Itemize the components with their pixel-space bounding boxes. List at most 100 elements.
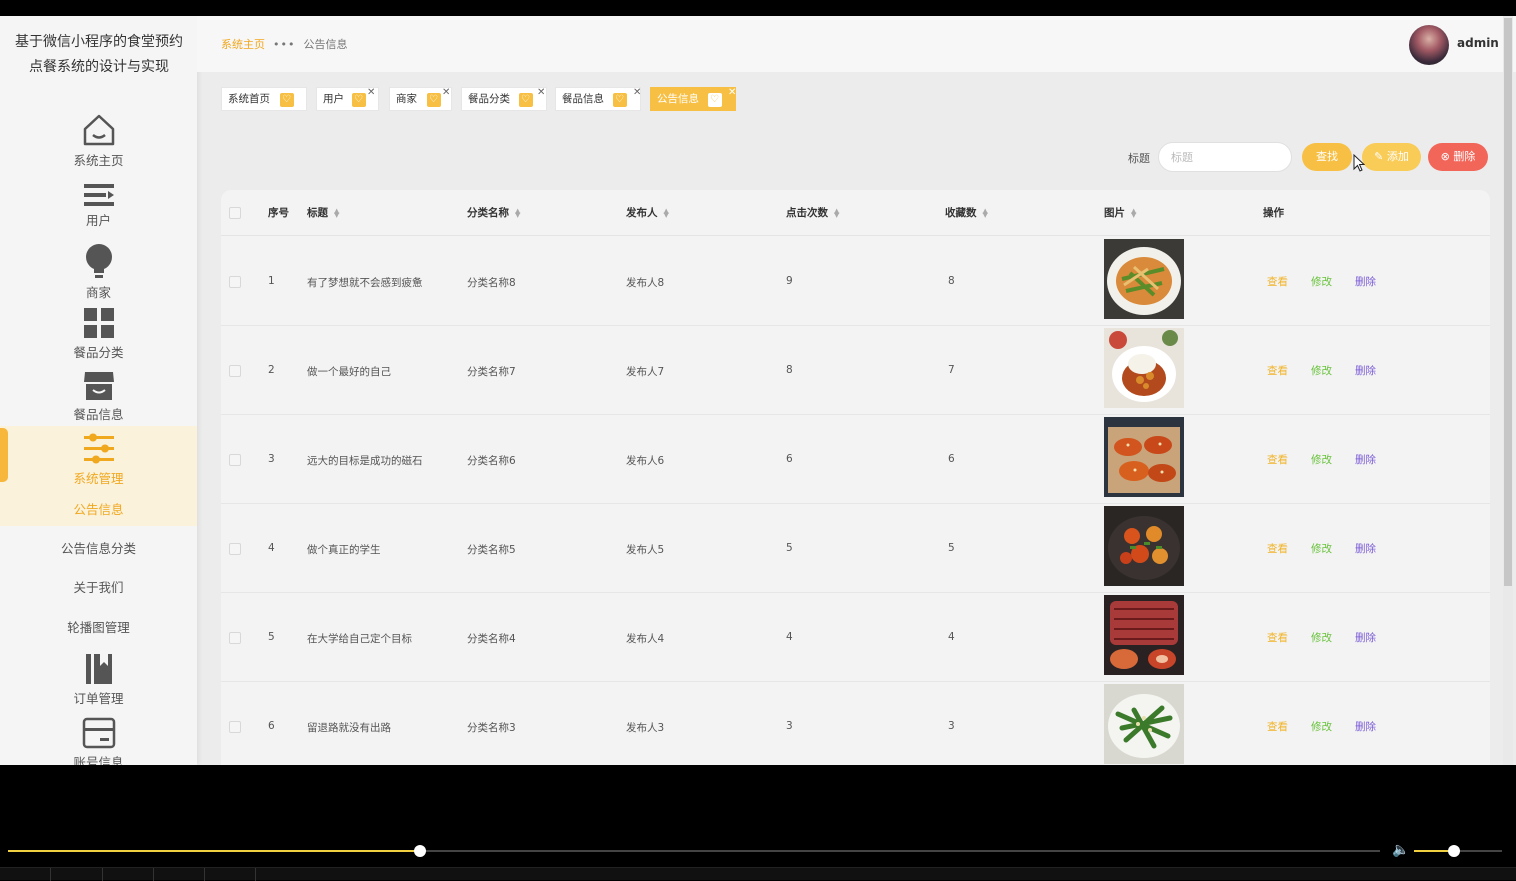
cell-index: 5	[268, 631, 275, 643]
tag-announcement[interactable]: 公告信息 ✕	[650, 87, 736, 111]
edit-link[interactable]: 修改	[1311, 541, 1332, 556]
header-category[interactable]: 分类名称 ▲ ▼	[467, 205, 520, 220]
add-button[interactable]: ✎ 添加	[1362, 143, 1421, 171]
breadcrumb-separator: •••	[273, 38, 296, 51]
close-icon[interactable]: ✕	[633, 82, 641, 104]
view-link[interactable]: 查看	[1267, 719, 1288, 734]
delete-link[interactable]: 删除	[1355, 274, 1376, 289]
sidebar-item-orders[interactable]: 订单管理	[0, 652, 197, 707]
sidebar-subitem-carousel[interactable]: 轮播图管理	[0, 617, 197, 636]
breadcrumb: 系统主页 ••• 公告信息	[221, 36, 347, 52]
sidebar-item-home[interactable]: 系统主页	[0, 112, 197, 169]
find-button[interactable]: 查找	[1302, 143, 1352, 171]
close-icon[interactable]: ✕	[728, 82, 736, 104]
player-bottom-bar	[0, 867, 1516, 881]
row-checkbox[interactable]	[229, 276, 241, 288]
edit-link[interactable]: 修改	[1311, 274, 1332, 289]
tag-dish-category[interactable]: 餐品分类 ✕	[461, 87, 547, 111]
view-link[interactable]: 查看	[1267, 630, 1288, 645]
search-input[interactable]	[1158, 142, 1292, 172]
tag-merchant[interactable]: 商家 ✕	[389, 87, 452, 111]
view-link[interactable]: 查看	[1267, 452, 1288, 467]
delete-link[interactable]: 删除	[1355, 719, 1376, 734]
scrollbar-thumb[interactable]	[1504, 18, 1512, 586]
avatar[interactable]	[1409, 25, 1449, 65]
table-row: 5 在大学给自己定个目标 分类名称4 发布人4 4 4 查看 修改 删除	[221, 593, 1490, 682]
data-table: 序号 标题 ▲ ▼ 分类名称 ▲ ▼ 发布人 ▲ ▼ 点击次数 ▲ ▼ 收藏数 ▲ ▼ 图片 ▲ ▼ 操…	[221, 190, 1490, 765]
edit-link[interactable]: 修改	[1311, 363, 1332, 378]
cell-category: 分类名称7	[467, 366, 516, 378]
app-window: 基于微信小程序的食堂预约点餐系统的设计与实现 系统主页 用户 商家 餐品分类 餐…	[0, 16, 1516, 765]
sidebar-subitem-announcement[interactable]: 公告信息	[0, 499, 197, 518]
edit-link[interactable]: 修改	[1311, 630, 1332, 645]
table-row: 3 远大的目标是成功的磁石 分类名称6 发布人6 6 6 查看 修改 删除	[221, 415, 1490, 504]
sidebar-item-label: 系统主页	[73, 153, 124, 168]
delete-link[interactable]: 删除	[1355, 541, 1376, 556]
breadcrumb-current: 公告信息	[303, 38, 348, 51]
cell-index: 1	[268, 275, 275, 287]
view-link[interactable]: 查看	[1267, 363, 1288, 378]
sidebar-subitem-announcement-category[interactable]: 公告信息分类	[0, 538, 197, 557]
volume-slider[interactable]	[1414, 845, 1502, 857]
seek-bar[interactable]	[8, 845, 1380, 857]
sidebar-item-label: 餐品分类	[73, 345, 124, 360]
sidebar-item-merchant[interactable]: 商家	[0, 242, 197, 301]
breadcrumb-home[interactable]: 系统主页	[221, 38, 265, 51]
sidebar-item-account[interactable]: 账号信息	[0, 716, 197, 765]
delete-link[interactable]: 删除	[1355, 363, 1376, 378]
seek-progress	[8, 850, 420, 852]
close-icon[interactable]: ✕	[367, 82, 375, 104]
row-checkbox[interactable]	[229, 543, 241, 555]
header-actions: 操作	[1263, 207, 1284, 219]
row-checkbox[interactable]	[229, 632, 241, 644]
view-link[interactable]: 查看	[1267, 274, 1288, 289]
lightbulb-icon	[81, 242, 117, 280]
sidebar-item-system-management[interactable]: 系统管理	[0, 432, 197, 487]
select-all-checkbox[interactable]	[229, 207, 241, 219]
row-checkbox[interactable]	[229, 454, 241, 466]
header-image[interactable]: 图片 ▲ ▼	[1104, 205, 1136, 220]
header-clicks[interactable]: 点击次数 ▲ ▼	[786, 205, 839, 220]
divider	[50, 868, 51, 881]
cell-clicks: 4	[786, 631, 793, 643]
tag-label: 餐品信息	[562, 93, 604, 105]
row-checkbox[interactable]	[229, 721, 241, 733]
edit-link[interactable]: 修改	[1311, 452, 1332, 467]
tag-home[interactable]: 系统首页	[221, 87, 307, 111]
cell-favorites: 7	[948, 364, 955, 376]
rice-curry-dish-image	[1104, 328, 1184, 408]
view-link[interactable]: 查看	[1267, 541, 1288, 556]
close-icon[interactable]: ✕	[442, 82, 450, 104]
volume-icon[interactable]: 🔈	[1392, 842, 1409, 858]
sidebar-item-label: 系统管理	[73, 471, 124, 486]
delete-button[interactable]: ⊗ 删除	[1428, 143, 1488, 171]
row-checkbox[interactable]	[229, 365, 241, 377]
cell-favorites: 6	[948, 453, 955, 465]
delete-link[interactable]: 删除	[1355, 452, 1376, 467]
tag-dish-info[interactable]: 餐品信息 ✕	[555, 87, 641, 111]
sidebar-item-label: 餐品信息	[73, 407, 124, 422]
sort-icon: ▲ ▼	[982, 207, 988, 219]
sidebar-subitem-about-us[interactable]: 关于我们	[0, 577, 197, 596]
heart-icon	[280, 89, 294, 111]
user-name[interactable]: admin	[1457, 36, 1499, 50]
tag-users[interactable]: 用户 ✕	[316, 87, 379, 111]
cell-clicks: 9	[786, 275, 793, 287]
shop-icon	[81, 368, 117, 402]
sidebar-item-dish-category[interactable]: 餐品分类	[0, 306, 197, 361]
vertical-scrollbar[interactable]	[1503, 16, 1513, 765]
grid-icon	[81, 306, 117, 340]
edit-link[interactable]: 修改	[1311, 719, 1332, 734]
sidebar-item-users[interactable]: 用户	[0, 182, 197, 229]
seek-handle[interactable]	[413, 845, 426, 857]
volume-handle[interactable]	[1447, 845, 1460, 857]
header-title[interactable]: 标题 ▲ ▼	[307, 205, 339, 220]
sliders-icon	[81, 432, 117, 466]
header-favorites[interactable]: 收藏数 ▲ ▼	[945, 205, 988, 220]
delete-link[interactable]: 删除	[1355, 630, 1376, 645]
cell-index: 3	[268, 453, 275, 465]
sidebar-item-dish-info[interactable]: 餐品信息	[0, 368, 197, 423]
close-icon[interactable]: ✕	[537, 82, 545, 104]
system-title: 基于微信小程序的食堂预约点餐系统的设计与实现	[15, 34, 183, 75]
header-publisher[interactable]: 发布人 ▲ ▼	[626, 205, 669, 220]
